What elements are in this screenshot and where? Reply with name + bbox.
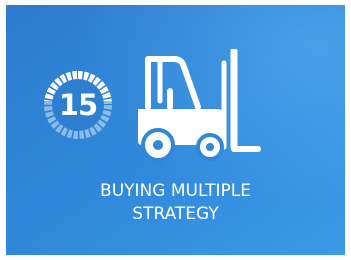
card-title: BUYING MULTIPLE STRATEGY bbox=[6, 180, 345, 226]
strategy-card[interactable]: 15 BUYING MULTIPLE STRATEGY bbox=[6, 5, 345, 255]
forklift-icon bbox=[138, 49, 261, 162]
card-title-line-1: BUYING MULTIPLE bbox=[100, 181, 251, 201]
card-title-line-2: STRATEGY bbox=[132, 204, 219, 224]
badge-number: 15 bbox=[58, 88, 98, 122]
number-badge: 15 bbox=[40, 67, 116, 143]
